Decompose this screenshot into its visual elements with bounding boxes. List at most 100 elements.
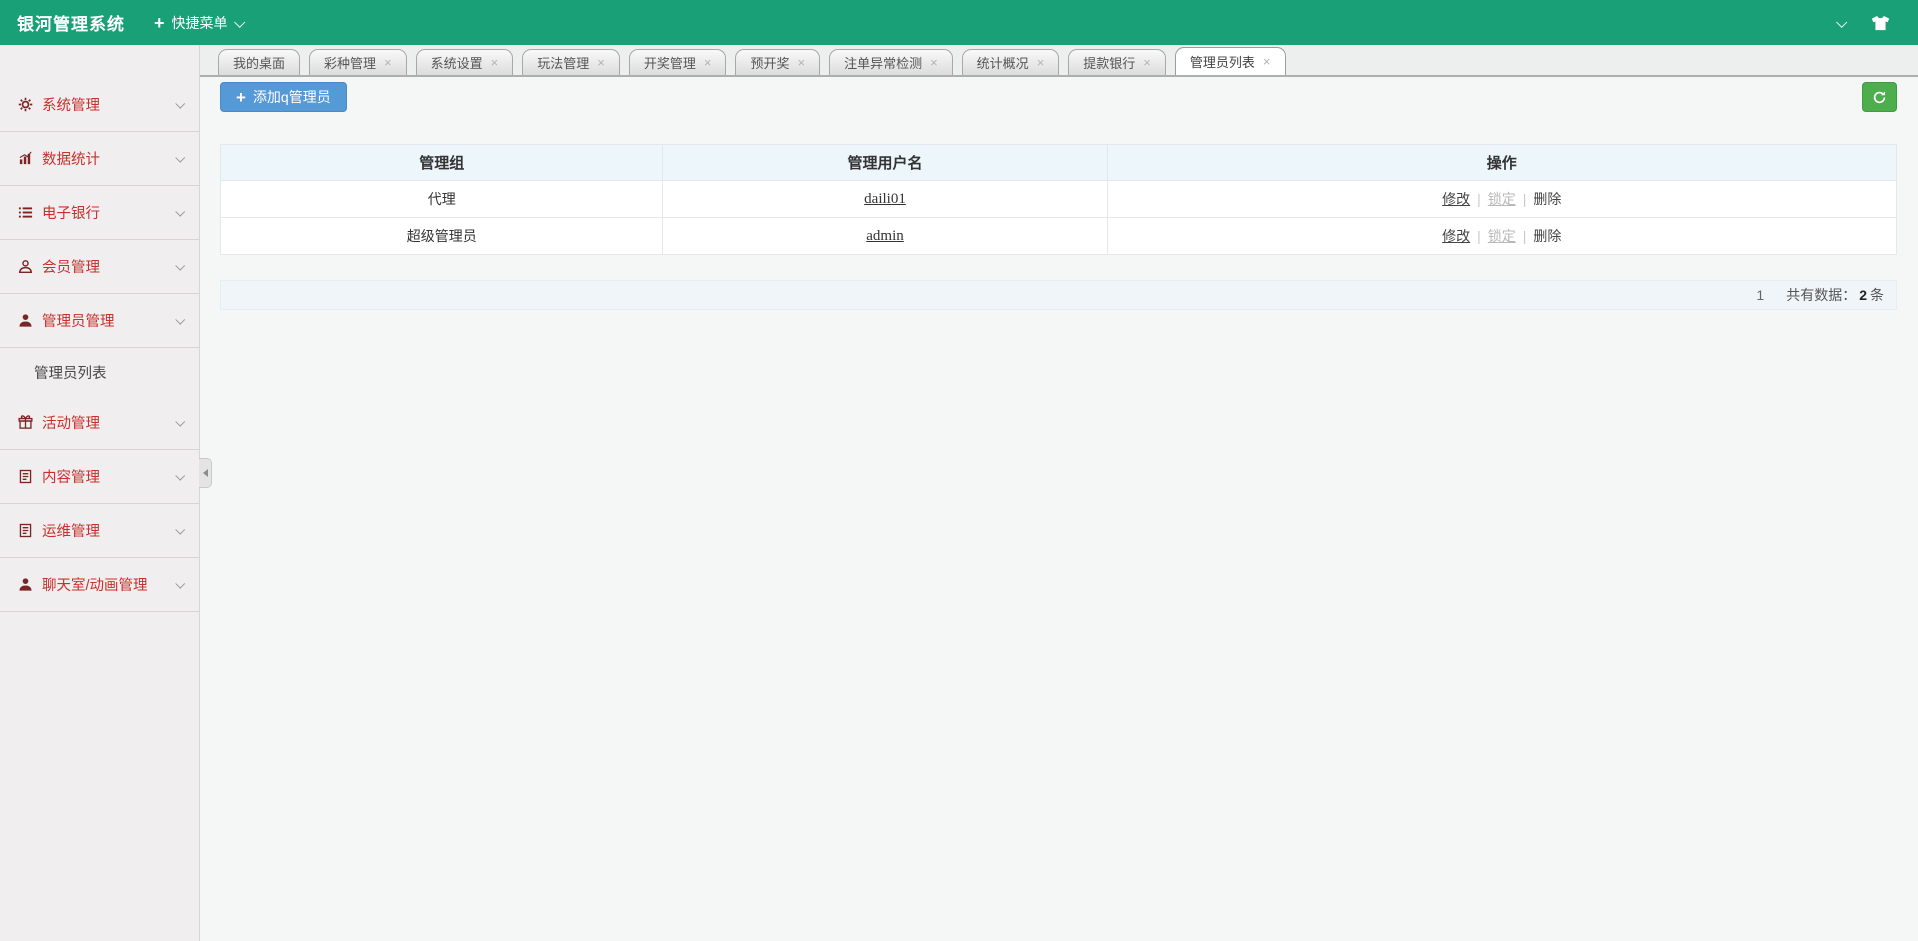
chevron-down-icon [175,261,185,271]
document-icon [18,523,33,538]
toolbar: + 添加q管理员 [220,82,1897,112]
sidebar-item-activities[interactable]: 活动管理 [0,396,199,450]
lock-link[interactable]: 锁定 [1488,228,1516,244]
tab-label: 开奖管理 [644,53,696,72]
tshirt-icon [1871,15,1890,31]
tab-label: 玩法管理 [537,53,589,72]
cell-group: 超级管理员 [221,218,663,255]
username-link[interactable]: admin [866,228,904,244]
tab-label: 注单异常检测 [844,53,922,72]
sidebar-item-system[interactable]: 系统管理 [0,78,199,132]
chevron-down-icon [175,525,185,535]
delete-link[interactable]: 删除 [1533,228,1561,244]
workspace: 我的桌面 彩种管理 × 系统设置 × 玩法管理 × 开奖管理 × 预开奖 × 注单异常检测… [200,45,1918,941]
document-icon [18,469,33,484]
theme-button[interactable] [1871,15,1890,31]
tab-bet-anomaly[interactable]: 注单异常检测 × [829,49,953,75]
separator: | [1470,191,1488,207]
plus-icon: + [236,89,246,106]
tab-pre-draw[interactable]: 预开奖 × [735,49,820,75]
tab-stats-overview[interactable]: 统计概况 × [962,49,1060,75]
sidebar-item-members[interactable]: 会员管理 [0,240,199,294]
sidebar-item-content[interactable]: 内容管理 [0,450,199,504]
tab-play-mgmt[interactable]: 玩法管理 × [522,49,620,75]
sidebar-item-admins[interactable]: 管理员管理 [0,294,199,348]
quick-menu-label: 快捷菜单 [172,13,228,33]
tab-system-settings[interactable]: 系统设置 × [416,49,514,75]
column-header-actions: 操作 [1107,145,1896,181]
sidebar: 系统管理 数据统计 电子银行 会员管理 [0,45,200,941]
cell-group: 代理 [221,181,663,218]
add-admin-label: 添加q管理员 [253,87,331,107]
sidebar-collapse-handle[interactable] [199,458,212,488]
chevron-down-icon [175,417,185,427]
table-header-row: 管理组 管理用户名 操作 [221,145,1897,181]
tab-label: 统计概况 [977,53,1029,72]
main: 系统管理 数据统计 电子银行 会员管理 [0,45,1918,941]
chevron-down-icon [175,471,185,481]
tab-draw-mgmt[interactable]: 开奖管理 × [629,49,727,75]
sidebar-item-ops[interactable]: 运维管理 [0,504,199,558]
close-icon[interactable]: × [1143,56,1151,69]
tab-my-desktop[interactable]: 我的桌面 [218,49,300,75]
close-icon[interactable]: × [797,56,805,69]
tab-label: 管理员列表 [1190,52,1255,71]
tab-label: 我的桌面 [233,53,285,72]
refresh-icon [1872,90,1887,105]
app-title: 银河管理系统 [0,10,140,35]
sidebar-item-chatroom[interactable]: 聊天室/动画管理 [0,558,199,612]
total-unit: 条 [1870,285,1884,305]
separator: | [1516,191,1534,207]
lock-link[interactable]: 锁定 [1488,191,1516,207]
sidebar-item-label: 系统管理 [42,94,100,115]
total-label: 共有数据： [1786,285,1856,305]
close-icon[interactable]: × [1263,55,1271,68]
close-icon[interactable]: × [704,56,712,69]
total-count: 2 [1856,287,1870,303]
refresh-button[interactable] [1862,82,1897,112]
close-icon[interactable]: × [384,56,392,69]
close-icon[interactable]: × [491,56,499,69]
user-outline-icon [18,259,33,274]
column-header-group: 管理组 [221,145,663,181]
sidebar-item-label: 管理员管理 [42,310,115,331]
add-admin-button[interactable]: + 添加q管理员 [220,82,347,112]
sidebar-item-label: 会员管理 [42,256,100,277]
sidebar-item-label: 电子银行 [42,202,100,223]
tab-label: 彩种管理 [324,53,376,72]
content: + 添加q管理员 管理组 管理用户名 操作 [200,77,1918,941]
separator: | [1516,228,1534,244]
sidebar-item-label: 内容管理 [42,466,100,487]
tab-label: 系统设置 [431,53,483,72]
sidebar-item-ebank[interactable]: 电子银行 [0,186,199,240]
chevron-down-icon [175,315,185,325]
close-icon[interactable]: × [1037,56,1045,69]
tab-label: 预开奖 [750,53,789,72]
close-icon[interactable]: × [930,56,938,69]
column-header-username: 管理用户名 [663,145,1107,181]
gift-icon [18,415,33,430]
collapse-topbar-button[interactable] [1837,19,1845,27]
pagination-bar: 1 共有数据：2条 [220,280,1897,310]
close-icon[interactable]: × [597,56,605,69]
sidebar-subitem-admin-list[interactable]: 管理员列表 [0,348,199,396]
table-row: 超级管理员 admin 修改|锁定|删除 [221,218,1897,255]
chevron-down-icon [175,99,185,109]
app: 银河管理系统 + 快捷菜单 系统管理 [0,0,1918,941]
tab-bar: 我的桌面 彩种管理 × 系统设置 × 玩法管理 × 开奖管理 × 预开奖 × 注单异常检测… [200,45,1918,77]
quick-menu-button[interactable]: + 快捷菜单 [140,0,257,45]
arrow-left-icon [203,469,208,477]
tab-lottery-mgmt[interactable]: 彩种管理 × [309,49,407,75]
list-icon [18,205,33,220]
tab-admin-list[interactable]: 管理员列表 × [1175,47,1286,75]
chevron-down-icon [1836,16,1847,27]
username-link[interactable]: daili01 [864,191,906,207]
user-filled-icon [18,313,33,328]
edit-link[interactable]: 修改 [1442,191,1470,207]
delete-link[interactable]: 删除 [1533,191,1561,207]
page-number[interactable]: 1 [1746,287,1774,303]
user-filled-icon [18,577,33,592]
edit-link[interactable]: 修改 [1442,228,1470,244]
sidebar-item-statistics[interactable]: 数据统计 [0,132,199,186]
tab-withdraw-bank[interactable]: 提款银行× [1068,49,1166,75]
